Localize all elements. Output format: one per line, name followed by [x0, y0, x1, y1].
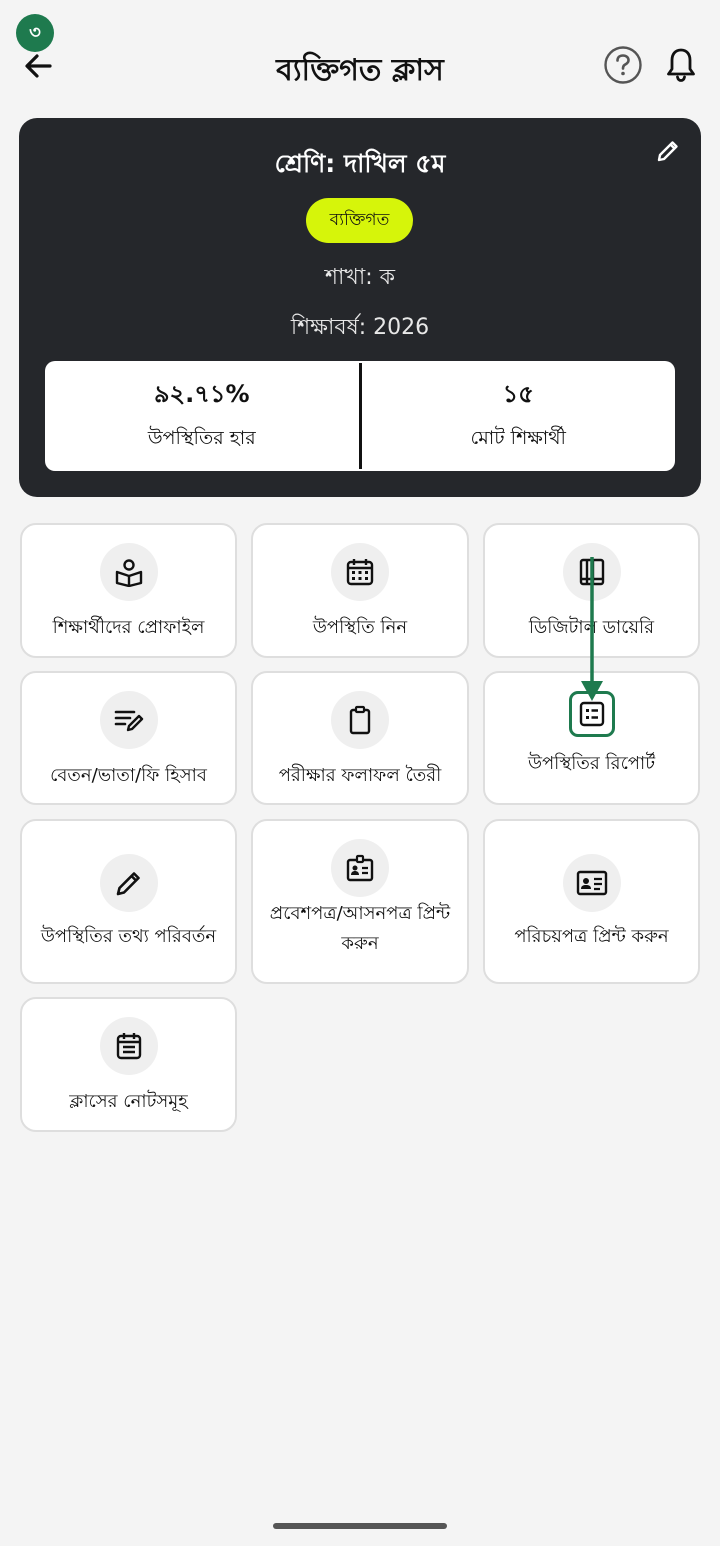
attendance-rate-stat: ৯২.৭১% উপস্থিতির হার [45, 361, 359, 471]
academic-year-text: শিক্ষাবর্ষ: 2026 [290, 315, 430, 340]
stat-value: ১৫ [502, 380, 534, 408]
step-badge: ৩ [16, 14, 54, 52]
tile-digital-diary[interactable]: ডিজিটাল ডায়েরি [483, 523, 700, 658]
tile-label: উপস্থিতির তথ্য পরিবর্তন [40, 926, 217, 947]
tile-exam-results[interactable]: পরীক্ষার ফলাফল তৈরী [251, 671, 469, 805]
tile-label: প্রবেশপত্র/আসনপত্র প্রিন্ট করুন [269, 903, 451, 954]
id-card-icon [576, 870, 607, 896]
tile-edit-attendance[interactable]: উপস্থিতির তথ্য পরিবর্তন [20, 819, 237, 984]
tile-label: পরীক্ষার ফলাফল তৈরী [278, 765, 442, 786]
tile-label: শিক্ষার্থীদের প্রোফাইল [52, 617, 205, 638]
class-info-card: শ্রেণি: দাখিল ৫ম ব্যক্তিগত শাখা: ক শিক্ষ… [19, 118, 701, 497]
icon-circle [99, 854, 158, 912]
id-badge-icon [346, 854, 374, 882]
tile-label: উপস্থিতির রিপোর্ট [527, 753, 656, 774]
stat-value: ৯২.৭১% [153, 380, 250, 408]
icon-circle [562, 543, 621, 601]
tile-id-card-print[interactable]: পরিচয়পত্র প্রিন্ট করুন [483, 819, 700, 984]
tile-admit-card-print[interactable]: প্রবেশপত্র/আসনপত্র প্রিন্ট করুন [251, 819, 469, 984]
icon-circle [331, 543, 389, 601]
app-header: ব্যক্তিগত ক্লাস [0, 30, 720, 102]
pencil-icon [116, 872, 140, 896]
notification-button[interactable] [660, 44, 702, 86]
icon-circle [99, 691, 158, 749]
calendar-grid-icon [346, 559, 374, 586]
report-list-icon [579, 701, 604, 727]
question-circle-icon [604, 46, 642, 84]
icon-circle [331, 691, 389, 749]
help-button[interactable] [602, 44, 644, 86]
stat-label: মোট শিক্ষার্থী [470, 427, 566, 449]
icon-circle [99, 543, 158, 601]
home-indicator[interactable] [273, 1523, 447, 1529]
tile-label: ডিজিটাল ডায়েরি [528, 617, 655, 638]
tile-label: ক্লাসের নোটসমূহ [69, 1091, 188, 1112]
class-type-chip: ব্যক্তিগত [306, 198, 413, 243]
stats-box: ৯২.৭১% উপস্থিতির হার ১৫ মোট শিক্ষার্থী [45, 361, 675, 471]
tile-student-profile[interactable]: শিক্ষার্থীদের প্রোফাইল [20, 523, 237, 658]
notes-calendar-icon [116, 1033, 141, 1060]
tile-attendance-report[interactable]: উপস্থিতির রিপোর্ট [483, 671, 700, 805]
tile-class-notes[interactable]: ক্লাসের নোটসমূহ [20, 997, 237, 1132]
tile-label: উপস্থিতি নিন [312, 617, 408, 638]
total-students-stat: ১৫ মোট শিক্ষার্থী [362, 361, 676, 471]
diary-book-icon [579, 558, 604, 586]
section-text: শাখা: ক [324, 265, 396, 290]
tile-fee-accounts[interactable]: বেতন/ভাতা/ফি হিসাব [20, 671, 237, 805]
icon-circle [99, 1017, 158, 1075]
tile-take-attendance[interactable]: উপস্থিতি নিন [251, 523, 469, 658]
icon-circle [331, 839, 389, 897]
student-profile-icon [115, 559, 142, 587]
bell-icon [667, 48, 695, 82]
class-name: শ্রেণি: দাখিল ৫ম [274, 149, 446, 178]
tile-label: পরিচয়পত্র প্রিন্ট করুন [514, 926, 669, 947]
clipboard-icon [349, 705, 371, 735]
tile-label: বেতন/ভাতা/ফি হিসাব [50, 765, 207, 786]
icon-circle-highlighted [568, 691, 615, 737]
stat-label: উপস্থিতির হার [147, 427, 256, 449]
icon-circle [562, 854, 621, 912]
edit-list-icon [114, 710, 143, 732]
